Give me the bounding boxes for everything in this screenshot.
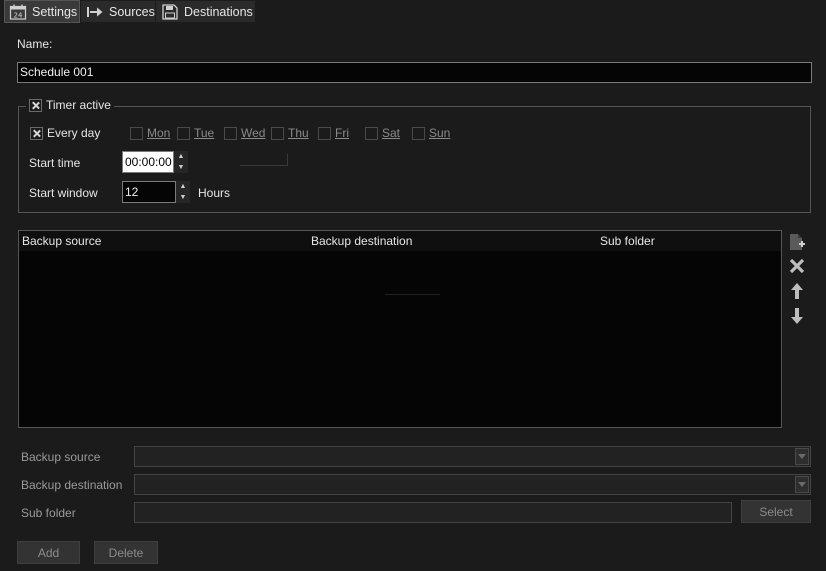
day-label-wed: Wed	[241, 126, 266, 140]
day-checkbox-sat[interactable]: Sat	[365, 125, 400, 141]
day-label-fri: Fri	[335, 126, 349, 140]
start-window-spinbox[interactable]: 12 ▲ ▼	[122, 181, 190, 203]
day-box-sat	[365, 126, 378, 140]
day-label-sun: Sun	[429, 126, 451, 140]
tab-bar: 24 Settings Sources Destinations	[0, 0, 826, 24]
day-box-sun	[412, 126, 425, 140]
move-up-icon[interactable]	[785, 279, 809, 303]
tab-destinations-label: Destinations	[184, 4, 253, 19]
day-box-fri	[318, 126, 331, 140]
calendar-icon-number: 24	[14, 11, 23, 19]
day-box-wed	[224, 126, 237, 140]
day-label-sat: Sat	[382, 126, 401, 140]
chevron-down-icon[interactable]	[795, 476, 809, 493]
start-time-spin-buttons: ▲ ▼	[174, 151, 188, 173]
spin-up-icon[interactable]: ▲	[174, 151, 188, 162]
column-header-backup-source[interactable]: Backup source	[22, 234, 101, 248]
timer-active-label: Timer active	[46, 98, 111, 112]
start-window-spin-buttons: ▲ ▼	[176, 181, 190, 203]
backup-destination-combobox[interactable]	[134, 474, 811, 495]
delete-button[interactable]: Delete	[94, 541, 158, 564]
day-box-mon	[130, 126, 143, 140]
calendar-icon: 24	[9, 4, 27, 20]
start-window-unit: Hours	[198, 186, 231, 200]
day-checkbox-wed[interactable]: Wed	[224, 125, 265, 141]
tab-settings-label: Settings	[32, 4, 78, 19]
table-header: Backup source Backup destination Sub fol…	[19, 231, 781, 251]
day-label-mon: Mon	[147, 126, 171, 140]
sub-folder-label: Sub folder	[21, 506, 76, 520]
tab-destinations[interactable]: Destinations	[156, 1, 255, 22]
floppy-disk-icon	[161, 3, 179, 20]
day-label-tue: Tue	[194, 126, 215, 140]
start-time-input[interactable]: 00:00:00	[122, 151, 174, 173]
backup-source-label: Backup source	[21, 450, 101, 464]
every-day-label: Every day	[47, 126, 101, 140]
tooltip-shadow	[240, 154, 288, 166]
day-checkbox-sun[interactable]: Sun	[412, 125, 450, 141]
add-button[interactable]: Add	[17, 541, 80, 564]
day-checkbox-mon[interactable]: Mon	[130, 125, 170, 141]
select-button[interactable]: Select	[741, 500, 811, 523]
column-header-sub-folder[interactable]: Sub folder	[600, 234, 655, 248]
backup-table[interactable]: Backup source Backup destination Sub fol…	[18, 230, 782, 428]
tab-sources[interactable]: Sources	[81, 1, 155, 22]
chevron-down-icon[interactable]	[795, 448, 809, 465]
drag-hint-line	[385, 294, 440, 295]
spin-down-icon[interactable]: ▼	[176, 192, 190, 203]
day-checkbox-fri[interactable]: Fri	[318, 125, 349, 141]
tab-sources-label: Sources	[109, 4, 155, 19]
sub-folder-input[interactable]	[134, 502, 732, 523]
add-item-icon[interactable]	[785, 230, 809, 254]
day-box-thu	[271, 126, 284, 140]
timer-active-check-mark	[29, 98, 42, 112]
start-window-input[interactable]: 12	[122, 181, 176, 203]
timer-active-checkbox[interactable]: Timer active	[26, 97, 114, 113]
move-down-icon[interactable]	[785, 304, 809, 328]
start-time-spinbox[interactable]: 00:00:00 ▲ ▼	[122, 151, 188, 173]
name-label: Name:	[17, 37, 53, 51]
delete-icon[interactable]	[785, 254, 809, 278]
every-day-checkbox[interactable]: Every day	[30, 125, 100, 141]
spin-up-icon[interactable]: ▲	[176, 181, 190, 192]
day-checkbox-tue[interactable]: Tue	[177, 125, 214, 141]
every-day-check-mark	[30, 126, 43, 140]
backup-source-combobox[interactable]	[134, 446, 811, 467]
start-window-label: Start window	[29, 186, 98, 200]
day-label-thu: Thu	[288, 126, 309, 140]
start-time-label: Start time	[29, 156, 81, 170]
day-box-tue	[177, 126, 190, 140]
name-input[interactable]: Schedule 001	[17, 62, 812, 83]
spin-down-icon[interactable]: ▼	[174, 162, 188, 173]
day-checkbox-thu[interactable]: Thu	[271, 125, 309, 141]
arrow-right-icon	[86, 4, 104, 20]
tab-settings[interactable]: 24 Settings	[4, 0, 80, 23]
column-header-backup-destination[interactable]: Backup destination	[311, 234, 412, 248]
backup-destination-label: Backup destination	[21, 478, 123, 492]
